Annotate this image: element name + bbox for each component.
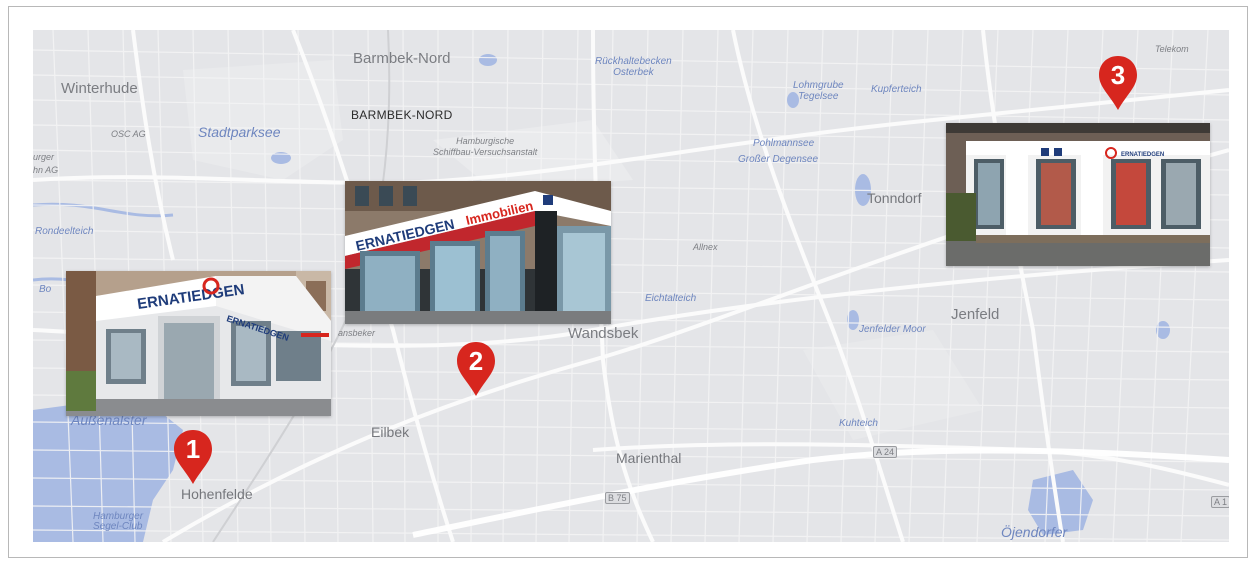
label-ojendorfer: Öjendorfer bbox=[1001, 524, 1068, 540]
label-grosser-degensee: Großer Degensee bbox=[738, 154, 819, 165]
label-hn-ag: hn AG bbox=[33, 165, 59, 175]
label-osc-ag: OSC AG bbox=[111, 129, 146, 139]
label-burger: urger bbox=[33, 152, 55, 162]
label-winterhude: Winterhude bbox=[61, 80, 138, 97]
label-allnex: Allnex bbox=[693, 242, 718, 252]
label-hohenfelde: Hohenfelde bbox=[181, 486, 253, 502]
label-eichtalteich: Eichtalteich bbox=[645, 293, 697, 304]
label-kuhteich: Kuhteich bbox=[839, 418, 878, 429]
label-lohmgrube: Lohmgrube Tegelsee bbox=[793, 80, 844, 102]
marker-number: 1 bbox=[185, 434, 201, 464]
label-tonndorf: Tonndorf bbox=[867, 190, 922, 206]
road-code-b75: B 75 bbox=[605, 492, 630, 504]
label-stadtparksee: Stadtparksee bbox=[198, 124, 281, 140]
label-eilbek: Eilbek bbox=[371, 424, 410, 440]
road-code-a1: A 1 bbox=[1211, 496, 1229, 508]
office-photo-3[interactable]: ERNATIEDGEN bbox=[946, 123, 1210, 266]
label-hamburger-segel-club: Hamburger Segel-Club bbox=[93, 511, 144, 532]
label-pohlmannsee: Pohlmannsee bbox=[753, 138, 815, 149]
label-kupferteich: Kupferteich bbox=[871, 84, 922, 95]
road-code-a24: A 24 bbox=[873, 446, 898, 458]
location-marker-2[interactable]: 2 bbox=[455, 340, 497, 398]
label-wandsbeker-chaussee: ansbeker bbox=[338, 328, 376, 338]
label-hsva: Hamburgische Schiffbau-Versuchsanstalt bbox=[433, 136, 538, 157]
label-rueckhaltebecken: Rückhaltebecken Osterbek bbox=[595, 56, 672, 78]
label-barmbek-nord-caps: BARMBEK-NORD bbox=[351, 108, 453, 122]
label-jenfeld: Jenfeld bbox=[951, 306, 1000, 323]
office-photo-1[interactable]: ERNATIEDGEN ERNATIEDGEN bbox=[66, 271, 331, 416]
location-marker-3[interactable]: 3 bbox=[1097, 54, 1139, 112]
marker-number: 3 bbox=[1110, 60, 1126, 90]
label-bo: Bo bbox=[39, 284, 52, 295]
label-rondeelteich: Rondeelteich bbox=[35, 226, 94, 237]
office-photo-2[interactable]: ERNATIEDGEN Immobilien bbox=[345, 181, 611, 324]
label-wandsbek: Wandsbek bbox=[568, 325, 639, 342]
location-marker-1[interactable]: 1 bbox=[172, 428, 214, 486]
svg-text:ERNATIEDGEN: ERNATIEDGEN bbox=[1121, 152, 1164, 158]
label-marienthal: Marienthal bbox=[616, 450, 682, 466]
label-telekom: Telekom bbox=[1155, 44, 1189, 54]
marker-number: 2 bbox=[468, 346, 484, 376]
map-view[interactable]: Barmbek-Nord BARMBEK-NORD Winterhude OSC… bbox=[33, 30, 1229, 542]
label-barmbek-nord: Barmbek-Nord bbox=[353, 50, 451, 67]
label-jenfelder-moor: Jenfelder Moor bbox=[859, 324, 926, 335]
